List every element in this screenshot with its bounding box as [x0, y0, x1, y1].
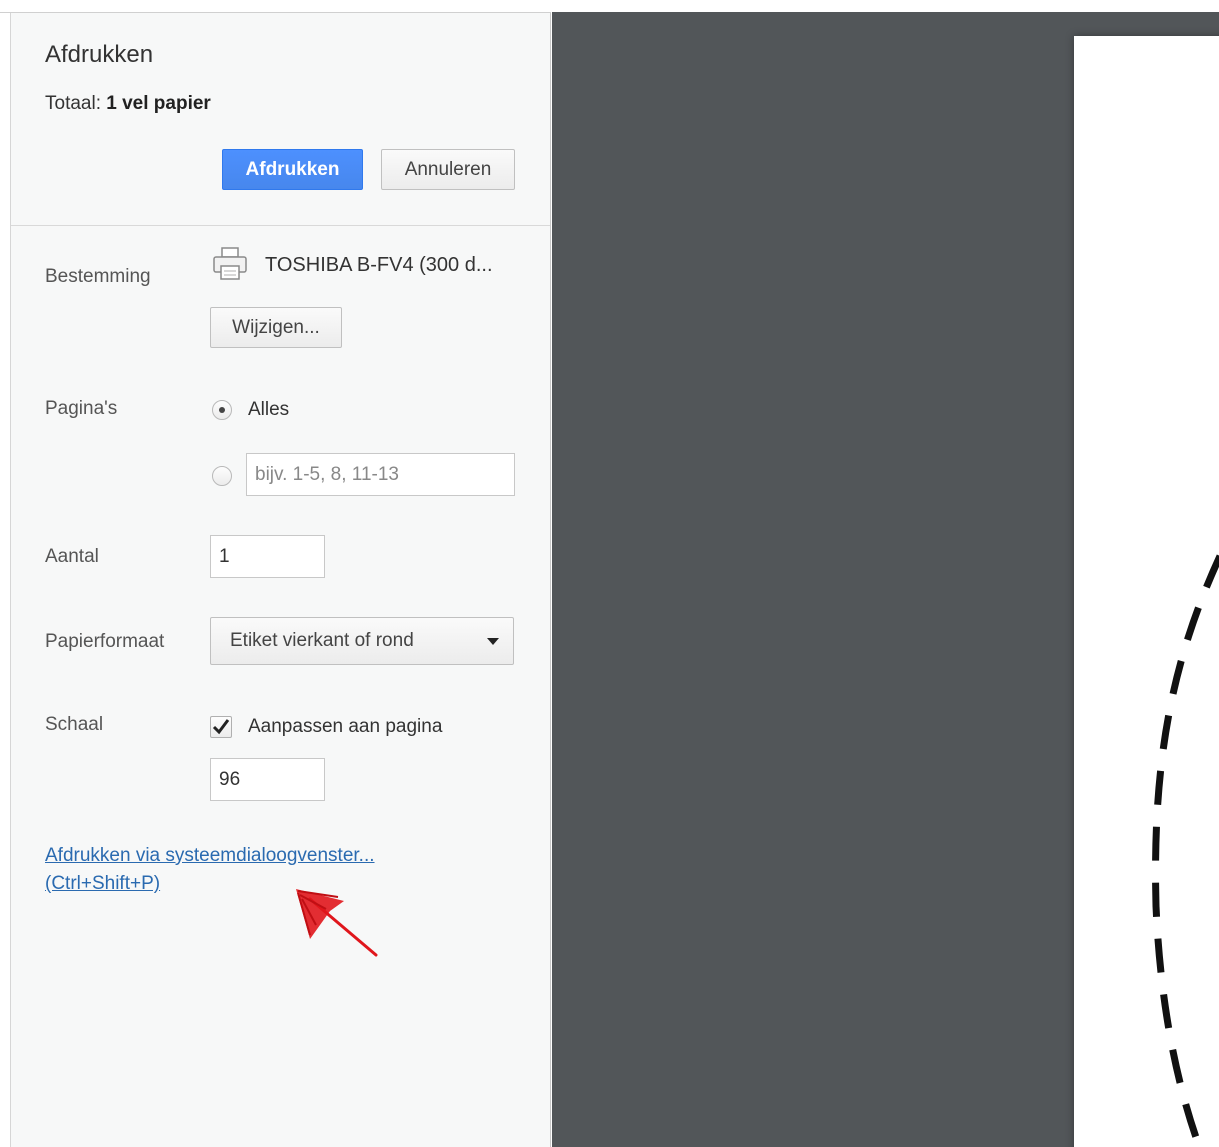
- chevron-down-icon: [487, 638, 499, 645]
- cancel-button[interactable]: Annuleren: [381, 149, 515, 190]
- scale-label: Schaal: [45, 714, 104, 735]
- paper-size-select[interactable]: Etiket vierkant of rond: [210, 617, 514, 665]
- window-edge: [0, 0, 11, 1147]
- system-dialog-link[interactable]: Afdrukken via systeemdialoogvenster...: [45, 845, 375, 867]
- pages-all-label: Alles: [248, 399, 290, 420]
- system-dialog-shortcut[interactable]: (Ctrl+Shift+P): [45, 873, 160, 895]
- print-dialog: Afdrukken Totaal: 1 vel papier Afdrukken…: [0, 0, 1219, 1147]
- top-border: [0, 0, 551, 13]
- fit-to-page-checkbox[interactable]: [210, 716, 232, 738]
- pages-label: Pagina's: [45, 398, 118, 419]
- preview-top-border: [552, 0, 1219, 12]
- preview-page: [1074, 36, 1219, 1147]
- scale-input[interactable]: [210, 758, 325, 801]
- change-destination-button[interactable]: Wijzigen...: [210, 307, 342, 348]
- destination-label: Bestemming: [45, 266, 151, 287]
- print-header: Afdrukken Totaal: 1 vel papier Afdrukken…: [11, 13, 550, 226]
- paper-size-label: Papierformaat: [45, 631, 165, 652]
- dashed-circle-outline: [1152, 554, 1219, 1147]
- print-button[interactable]: Afdrukken: [222, 149, 363, 190]
- checkmark-icon: [212, 719, 230, 735]
- copies-input[interactable]: [210, 535, 325, 578]
- pages-all-radio[interactable]: [212, 400, 232, 420]
- sheet-summary: Totaal: 1 vel papier: [45, 93, 211, 115]
- red-arrow-annotation: [296, 889, 378, 957]
- paper-size-value: Etiket vierkant of rond: [230, 630, 414, 651]
- fit-to-page-label: Aanpassen aan pagina: [248, 716, 443, 737]
- print-preview: [552, 0, 1219, 1147]
- printer-name: TOSHIBA B-FV4 (300 d...: [265, 254, 493, 276]
- pages-range-radio[interactable]: [212, 466, 232, 486]
- settings-panel: Afdrukken Totaal: 1 vel papier Afdrukken…: [0, 0, 551, 1147]
- copies-label: Aantal: [45, 546, 99, 567]
- summary-value: 1 vel papier: [106, 93, 211, 114]
- summary-label: Totaal:: [45, 93, 101, 114]
- pages-range-input[interactable]: [246, 453, 515, 496]
- printer-icon: [213, 247, 247, 280]
- page-title: Afdrukken: [45, 41, 154, 68]
